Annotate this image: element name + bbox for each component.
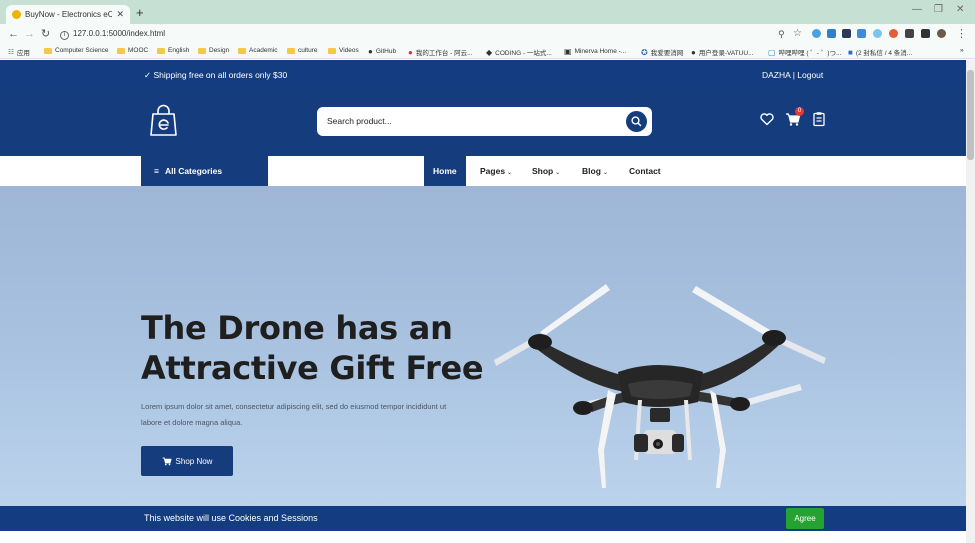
folder-icon <box>238 47 246 54</box>
bookmark-item[interactable]: ☷ 应用 <box>8 47 30 57</box>
site-icon: ✪ <box>641 47 648 57</box>
shop-now-button[interactable]: Shop Now <box>141 446 233 476</box>
bookmark-item[interactable]: Design <box>198 47 229 54</box>
search-icon <box>631 116 642 127</box>
nav-blog[interactable]: Blog ⌄ <box>582 156 608 186</box>
star-icon[interactable]: ☆ <box>793 27 802 41</box>
search-button[interactable] <box>626 111 647 132</box>
chevron-down-icon: ⌄ <box>555 170 561 176</box>
more-bookmarks-icon[interactable]: » <box>960 47 964 54</box>
all-categories-button[interactable]: ≡ All Categories <box>141 156 268 186</box>
extension-icon[interactable] <box>873 29 882 38</box>
bookmark-item[interactable]: culture <box>287 47 318 54</box>
minimize-icon[interactable]: — <box>912 4 922 15</box>
page-scrollbar[interactable] <box>966 60 975 543</box>
extension-icon[interactable] <box>857 29 866 38</box>
shop-now-label: Shop Now <box>175 456 213 466</box>
back-icon[interactable]: ← <box>8 27 19 41</box>
main-navigation: ≡ All Categories Home Pages ⌄ Shop ⌄ Blog ⌄… <box>0 156 966 186</box>
cookie-message: This website will use Cookies and Sessio… <box>144 513 318 523</box>
hero-banner: The Drone has an Attractive Gift Free Lo… <box>0 186 966 506</box>
folder-icon <box>157 47 165 54</box>
account-logout-link[interactable]: DAZHA | Logout <box>762 70 823 80</box>
bookmark-item[interactable]: ✪ 我爱要消网 <box>641 47 683 58</box>
folder-icon <box>117 47 125 54</box>
extension-icon[interactable] <box>905 29 914 38</box>
folder-icon <box>198 47 206 54</box>
site-icon: ◆ <box>486 47 493 57</box>
nav-contact[interactable]: Contact <box>629 156 661 186</box>
top-strip: ✓ Shipping free on all orders only $30 D… <box>0 60 966 90</box>
drone-image <box>494 284 826 488</box>
folder-icon <box>44 47 52 54</box>
github-icon: ● <box>368 47 373 56</box>
address-bar: ← → ↻ i 127.0.0.1:5000/index.html ⚲ ☆ ⋮ <box>0 24 975 44</box>
extension-icon[interactable] <box>842 29 851 38</box>
url-text: 127.0.0.1:5000/index.html <box>73 29 166 38</box>
agree-button[interactable]: Agree <box>786 508 824 529</box>
bookmark-item[interactable]: Academic <box>238 47 278 54</box>
folder-icon <box>287 47 295 54</box>
bookmark-item[interactable]: Videos <box>328 47 359 54</box>
site-icon: ■ <box>848 47 853 57</box>
browser-tab[interactable]: BuyNow - Electronics eComm... ✕ <box>6 5 130 24</box>
info-icon[interactable]: i <box>60 31 69 40</box>
bookmark-item[interactable]: ● GitHub <box>368 47 396 56</box>
cart-count-badge: 0 <box>795 107 804 116</box>
avatar[interactable] <box>937 29 946 38</box>
bookmark-item[interactable]: ■ (2 封私信 / 4 条消... <box>848 47 912 58</box>
browser-tab-bar: BuyNow - Electronics eComm... ✕ + — ❐ ✕ <box>0 0 975 24</box>
clipboard-icon[interactable] <box>811 111 827 127</box>
cookie-consent-bar: This website will use Cookies and Sessio… <box>0 506 966 531</box>
bookmarks-bar: ☷ 应用 Computer Science MOOC English Design… <box>0 44 975 59</box>
search-input[interactable] <box>325 113 605 129</box>
favicon-icon <box>12 10 21 19</box>
nav-shop[interactable]: Shop ⌄ <box>532 156 560 186</box>
extension-icon[interactable] <box>889 29 898 38</box>
zoom-icon[interactable]: ⚲ <box>778 27 785 41</box>
site-icon: ▣ <box>564 47 572 56</box>
heart-icon[interactable] <box>759 111 775 127</box>
new-tab-icon[interactable]: + <box>136 5 144 21</box>
shopping-bag-logo-icon[interactable] <box>147 104 180 137</box>
site-icon: ● <box>408 47 413 57</box>
cart-icon <box>162 457 172 466</box>
search-box <box>317 107 652 136</box>
url-field[interactable]: i 127.0.0.1:5000/index.html <box>60 27 165 41</box>
chevron-down-icon: ⌄ <box>602 170 608 176</box>
bookmark-item[interactable]: ● 我的工作台 - 阿云... <box>408 47 473 58</box>
hero-title: The Drone has an Attractive Gift Free <box>141 309 484 387</box>
tab-title: BuyNow - Electronics eComm... <box>25 10 113 19</box>
hero-description: Lorem ipsum dolor sit amet, consectetur … <box>141 402 447 427</box>
main-header: 0 <box>0 90 966 156</box>
all-categories-label: All Categories <box>164 166 223 176</box>
bookmark-item[interactable]: MOOC <box>117 47 148 54</box>
puzzle-icon[interactable] <box>921 29 930 38</box>
maximize-icon[interactable]: ❐ <box>934 4 943 15</box>
bookmark-item[interactable]: ◆ CODING - 一站式... <box>486 47 552 58</box>
bookmark-item[interactable]: Computer Science <box>44 47 108 54</box>
bookmark-item[interactable]: ▣ Minerva Home -... <box>564 47 626 56</box>
scrollbar-thumb[interactable] <box>967 70 974 160</box>
extension-icon[interactable] <box>827 29 836 38</box>
close-window-icon[interactable]: ✕ <box>956 4 964 15</box>
chevron-down-icon: ⌄ <box>507 170 513 176</box>
site-icon: ▢ <box>768 47 776 57</box>
bookmark-item[interactable]: ▢ 哔哩哔哩 ( ゜- ゜)つ... <box>768 47 841 58</box>
extension-icon[interactable] <box>812 29 821 38</box>
shipping-notice: ✓ Shipping free on all orders only $30 <box>144 70 288 80</box>
tab-close-icon[interactable]: ✕ <box>116 9 124 20</box>
nav-pages[interactable]: Pages ⌄ <box>480 156 512 186</box>
reload-icon[interactable]: ↻ <box>41 27 50 41</box>
hamburger-icon: ≡ <box>154 166 159 176</box>
nav-home[interactable]: Home <box>424 156 466 186</box>
menu-icon[interactable]: ⋮ <box>956 27 967 41</box>
bookmark-item[interactable]: ● 用户登录-VATUU... <box>691 47 754 58</box>
cart-button[interactable]: 0 <box>785 107 804 127</box>
folder-icon <box>328 47 336 54</box>
site-icon: ● <box>691 47 696 57</box>
forward-icon[interactable]: → <box>24 27 35 41</box>
bookmark-item[interactable]: English <box>157 47 189 54</box>
